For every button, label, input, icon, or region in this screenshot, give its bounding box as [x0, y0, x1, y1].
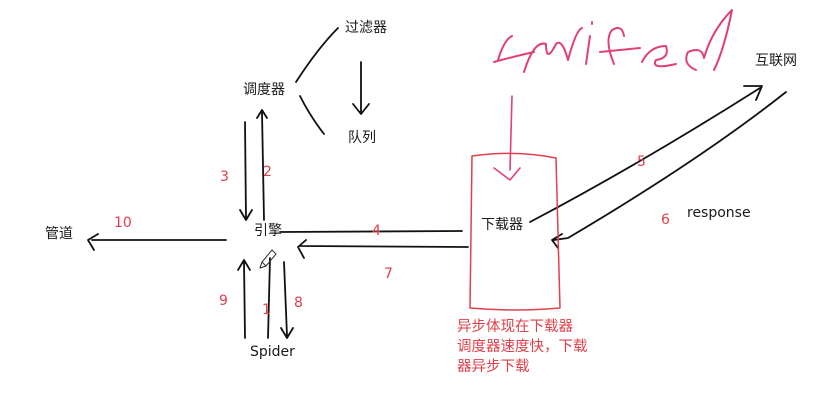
flow-number-10: 10: [114, 215, 132, 231]
flow-number-9: 9: [219, 293, 228, 309]
arrow-3-scheduler-to-engine: [239, 121, 253, 221]
async-note-line: 调度器速度快，下载: [457, 339, 588, 355]
handwriting-twisted: [493, 9, 733, 73]
async-note-line: 异步体现在下载器: [457, 319, 573, 335]
node-filter: 过滤器: [345, 20, 387, 36]
scrapy-architecture-diagram: 过滤器 调度器 队列 引擎 管道 下载器 互联网 Spider response…: [0, 0, 823, 402]
flow-number-5: 5: [637, 154, 646, 170]
arrow-10-engine-to-pipeline: [87, 233, 227, 251]
diagram-strokes: [87, 9, 787, 339]
flow-number-2: 2: [263, 164, 272, 180]
arrow-4-engine-to-downloader: [279, 230, 463, 233]
line-scheduler-filter: [295, 27, 339, 83]
arrow-1-spider-to-engine: [267, 257, 271, 339]
pencil-cursor-icon: [259, 249, 277, 269]
async-note-line: 器异步下载: [457, 359, 530, 375]
flow-number-6: 6: [661, 212, 670, 228]
twisted-arrow-into-downloader: [493, 95, 521, 181]
async-note: 异步体现在下载器 调度器速度快，下载 器异步下载: [457, 317, 588, 377]
flow-number-7: 7: [384, 266, 393, 282]
arrow-7-downloader-to-engine: [297, 239, 469, 259]
node-engine: 引擎: [254, 223, 282, 239]
node-scheduler: 调度器: [243, 82, 285, 98]
node-queue: 队列: [348, 130, 376, 146]
node-downloader: 下载器: [481, 217, 523, 233]
flow-number-3: 3: [220, 169, 229, 185]
arrow-5-downloader-to-internet: [529, 85, 763, 223]
line-scheduler-queue: [299, 95, 325, 135]
arrow-9-spider-to-engine: [237, 259, 251, 339]
arrow-queue-down: [352, 61, 370, 115]
flow-number-8: 8: [294, 295, 303, 311]
node-spider: Spider: [250, 344, 295, 360]
arrow-8-engine-to-spider: [280, 261, 294, 339]
node-internet: 互联网: [755, 53, 797, 69]
flow-number-4: 4: [372, 223, 381, 239]
flow-number-1: 1: [262, 302, 271, 318]
node-pipeline: 管道: [45, 226, 73, 242]
label-response: response: [687, 205, 751, 221]
